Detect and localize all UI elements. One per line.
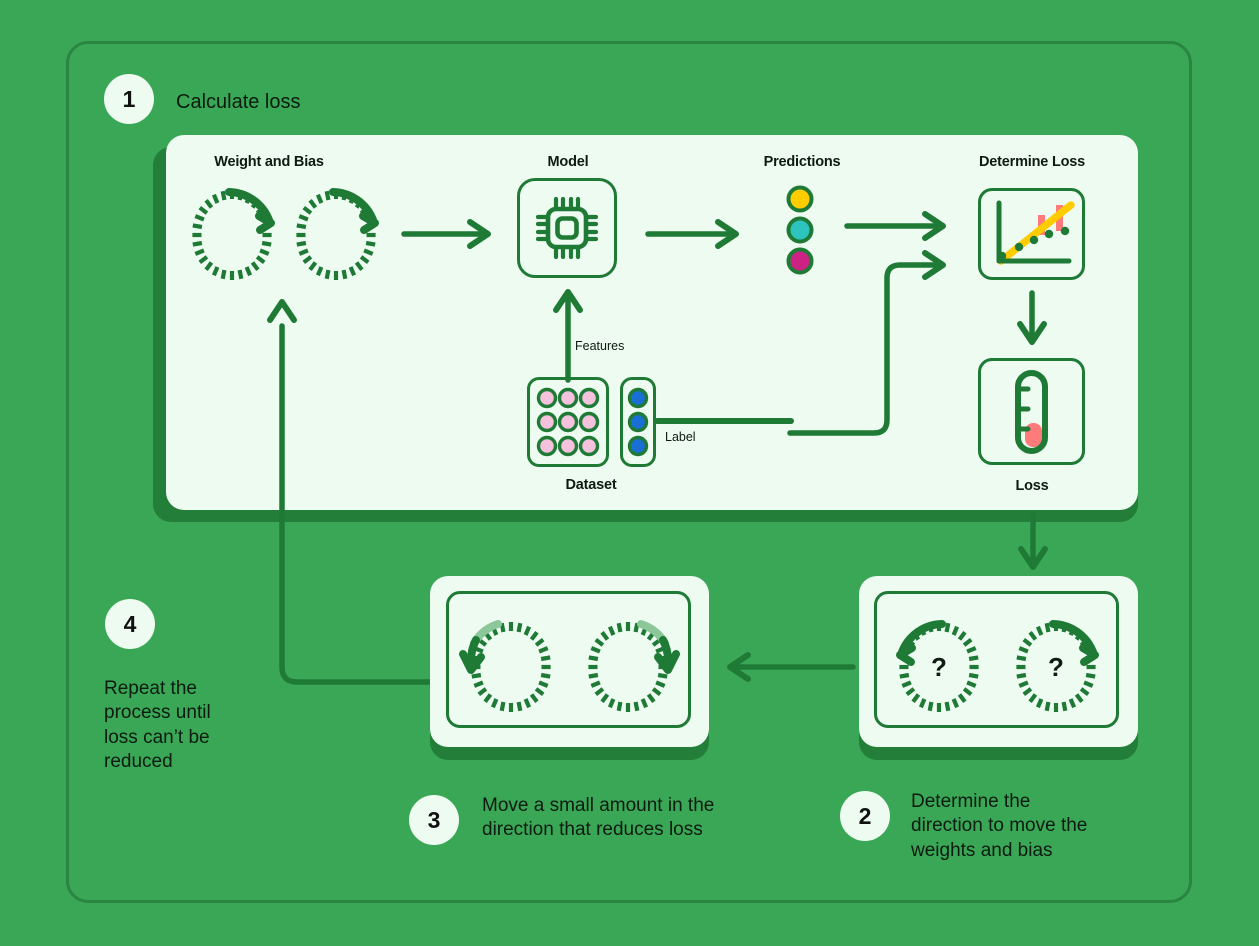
step-number-3: 3 xyxy=(427,806,441,833)
diagram-canvas: 1 Calculate loss Weight and Bias Model P… xyxy=(0,0,1259,946)
label-determine-loss: Determine Loss xyxy=(979,154,1085,170)
arrow-chart-to-loss xyxy=(1012,290,1052,347)
step-badge-4: 4 xyxy=(105,599,155,649)
bias-dial xyxy=(287,186,385,284)
arrow-features xyxy=(551,288,587,383)
step-badge-1: 1 xyxy=(104,74,154,124)
panel3-dial-right xyxy=(579,618,680,716)
arrow-step2-to-step3 xyxy=(720,645,856,689)
edge-label-label: Label xyxy=(665,430,696,444)
label-dataset: Dataset xyxy=(565,477,617,493)
arrows-into-determine-loss xyxy=(787,196,955,436)
dial-question-mark: ? xyxy=(1048,652,1064,682)
label-connector-line xyxy=(654,418,794,424)
dataset-labels-box xyxy=(620,377,656,467)
feature-dots xyxy=(536,387,600,457)
arrow-model-to-predictions xyxy=(645,214,743,254)
panel3-dial-left xyxy=(459,618,560,716)
prediction-dots xyxy=(784,185,816,276)
label-model: Model xyxy=(547,154,589,170)
label-predictions: Predictions xyxy=(763,154,841,170)
step-number-2: 2 xyxy=(858,802,872,829)
step-title-4: Repeat the process until loss can’t be r… xyxy=(104,678,211,772)
edge-label-features: Features xyxy=(575,339,625,353)
dataset-features-box xyxy=(527,377,609,467)
weight-dial xyxy=(183,186,281,284)
label-loss: Loss xyxy=(1015,478,1049,494)
loss-thermometer-box xyxy=(978,358,1085,465)
panel2-dial-left: ? xyxy=(890,618,988,716)
cpu-chip-icon xyxy=(532,193,602,263)
arrow-loss-to-step2 xyxy=(1012,512,1054,573)
step-number-4: 4 xyxy=(123,610,137,637)
step-badge-2: 2 xyxy=(840,791,890,841)
dial-question-mark: ? xyxy=(931,652,947,682)
step-number-1: 1 xyxy=(122,85,136,112)
label-weight-and-bias: Weight and Bias xyxy=(214,154,324,170)
step-badge-3: 3 xyxy=(409,795,459,845)
panel2-dial-right: ? xyxy=(1007,618,1105,716)
loss-chart-box xyxy=(978,188,1085,280)
step-title-1: Calculate loss xyxy=(176,91,301,113)
label-dots xyxy=(627,387,649,457)
step-title-2: Determine the direction to move the weig… xyxy=(911,791,1088,861)
step-title-3: Move a small amount in the direction tha… xyxy=(482,795,715,841)
arrow-weights-to-model xyxy=(401,214,494,254)
